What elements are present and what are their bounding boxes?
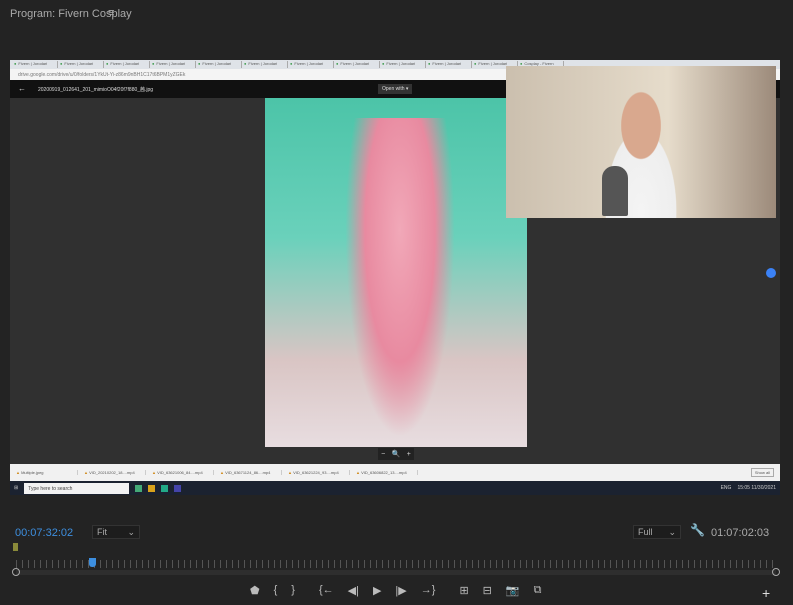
in-point-marker[interactable] — [13, 543, 18, 551]
go-to-in-button[interactable]: {← — [319, 584, 334, 597]
download-item: VID_20210202_18....mp4 — [84, 470, 146, 475]
photo-image — [265, 98, 527, 447]
chat-bubble-icon — [766, 268, 776, 278]
browser-tab: Fivern | Jorodari — [244, 61, 288, 68]
taskbar-clock: 15:05 11/30/2021 — [737, 485, 776, 491]
download-item: VID_63621006_84....mp4 — [152, 470, 214, 475]
scrollbar-end-handle[interactable] — [772, 568, 780, 576]
magnifier-icon: 🔍 — [391, 451, 401, 458]
browser-tab: Fivern | Jorodari — [14, 61, 58, 68]
play-button[interactable]: ▶ — [373, 584, 381, 597]
chevron-down-icon: ⌄ — [127, 526, 135, 537]
duration-timecode: 01:07:02:03 — [711, 527, 770, 539]
taskbar-search: Type here to search — [24, 482, 130, 494]
insert-button[interactable]: ⊞ — [459, 584, 468, 597]
zoom-level-value: Fit — [97, 527, 107, 537]
browser-tab: Fivern | Jorodari — [290, 61, 334, 68]
app-icon — [148, 484, 156, 492]
app-icon — [174, 484, 182, 492]
zoom-scrollbar[interactable] — [16, 570, 776, 575]
browser-tab: Fivern | Jorodari — [428, 61, 472, 68]
browser-tab: Fivern | Jorodari — [336, 61, 380, 68]
zoom-in-icon: + — [406, 450, 411, 458]
add-marker-button[interactable]: ⬟ — [250, 584, 260, 597]
export-frame-button[interactable]: 📷 — [506, 584, 520, 597]
download-item: VID_63671124_86....mp4 — [220, 470, 282, 475]
download-bar: Multiple.jpeg VID_20210202_18....mp4 VID… — [10, 464, 780, 481]
overwrite-button[interactable]: ⊟ — [483, 584, 492, 597]
download-item: Multiple.jpeg — [16, 470, 78, 475]
scrollbar-start-handle[interactable] — [12, 568, 20, 576]
download-item: VID_63606822_13....mp4 — [356, 470, 418, 475]
image-zoom-controls: − 🔍 + — [378, 448, 414, 460]
microphone — [602, 166, 628, 216]
step-forward-button[interactable]: |▶ — [395, 584, 406, 597]
browser-tab: Fivern | Jorodari — [382, 61, 426, 68]
button-editor-add[interactable]: + — [762, 585, 770, 601]
file-name: 20200919_012641_201_mimioO04f20f7f880_茜.… — [38, 87, 154, 93]
show-all-button: Show all — [750, 468, 774, 477]
resolution-value: Full — [638, 527, 653, 537]
app-icon — [135, 484, 143, 492]
resolution-select[interactable]: Full ⌄ — [633, 525, 681, 539]
taskbar-lang: ENG — [720, 485, 732, 491]
download-item: VID_63621224_93....mp4 — [288, 470, 350, 475]
zoom-out-icon: − — [381, 450, 386, 458]
webcam-overlay — [506, 66, 776, 218]
wrench-settings-icon[interactable]: 🔧 — [690, 523, 705, 537]
zoom-level-select[interactable]: Fit ⌄ — [92, 525, 140, 539]
playhead[interactable] — [89, 558, 96, 567]
photo-subject — [345, 118, 455, 438]
mark-in-button[interactable]: { — [274, 584, 278, 597]
compare-view-button[interactable]: ⧉ — [534, 584, 542, 597]
transport-controls: ⬟ {} {← ◀| ▶ |▶ →} ⊞ ⊟ 📷 ⧉ — [250, 584, 541, 597]
panel-menu-icon[interactable]: ≡ — [108, 7, 114, 19]
browser-tab: Fivern | Jorodari — [106, 61, 150, 68]
browser-tab: Fivern | Jorodari — [60, 61, 104, 68]
program-monitor-video: Fivern | JorodariFivern | JorodariFivern… — [10, 60, 780, 495]
browser-tab: Fivern | Jorodari — [152, 61, 196, 68]
windows-start-icon: ⊞ — [14, 485, 19, 491]
time-ruler[interactable] — [16, 560, 776, 568]
app-icon — [161, 484, 169, 492]
mark-out-button[interactable]: } — [291, 584, 295, 597]
browser-tab: Fivern | Jorodari — [198, 61, 242, 68]
open-with-button: Open with ▾ — [378, 84, 413, 94]
windows-taskbar: ⊞ Type here to search ENG 15:05 11/30/20… — [10, 481, 780, 495]
go-to-out-button[interactable]: →} — [421, 584, 436, 597]
step-back-button[interactable]: ◀| — [348, 584, 359, 597]
chevron-down-icon: ⌄ — [668, 526, 676, 537]
current-timecode[interactable]: 00:07:32:02 — [15, 527, 73, 539]
back-arrow-icon: ← — [18, 84, 26, 93]
